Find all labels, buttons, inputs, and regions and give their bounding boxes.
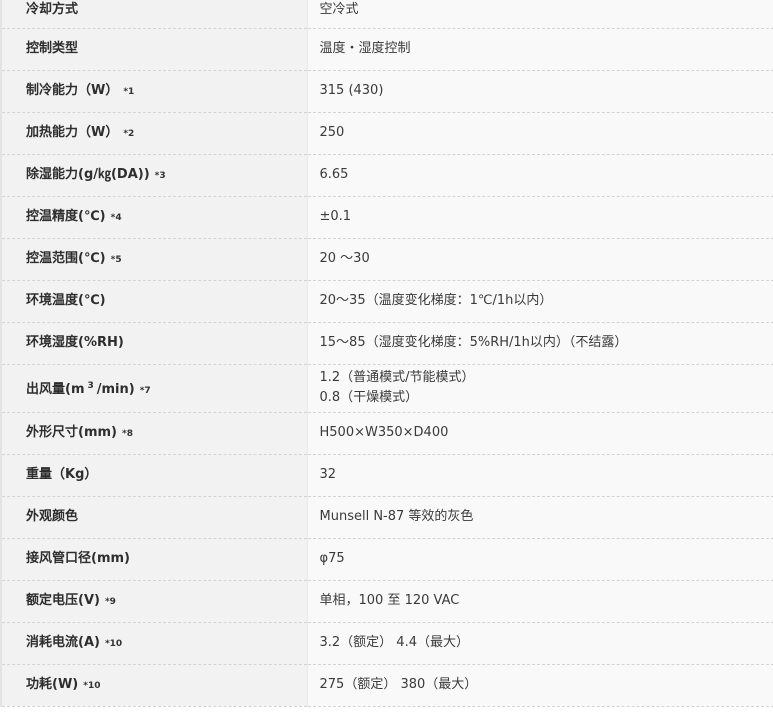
label-text: 控制类型 bbox=[26, 41, 79, 56]
spec-value: 6.65 bbox=[307, 154, 773, 197]
label-text: 冷却方式 bbox=[26, 1, 79, 17]
spec-label: 环境湿度(%RH) bbox=[0, 322, 308, 365]
spec-row-current: 消耗电流(A) *10 3.2（额定） 4.4（最大） bbox=[0, 622, 773, 665]
footnote-marker: *5 bbox=[110, 254, 122, 265]
spec-value: 温度・湿度控制 bbox=[307, 28, 773, 71]
spec-label: 冷却方式 bbox=[0, 0, 308, 29]
superscript-3: 3 bbox=[87, 380, 94, 391]
spec-value: 空冷式 bbox=[307, 0, 773, 29]
label-text: 功耗(W) bbox=[26, 676, 79, 692]
label-text: 重量（Kg） bbox=[26, 467, 98, 482]
spec-value: ±0.1 bbox=[307, 196, 773, 239]
label-text: 外形尺寸(mm) bbox=[26, 424, 117, 440]
footnote-marker: *3 bbox=[154, 170, 166, 181]
spec-value: φ75 bbox=[307, 538, 773, 581]
label-text: 控温精度(℃) bbox=[26, 208, 106, 224]
spec-value: 单相，100 至 120 VAC bbox=[307, 580, 773, 623]
spec-label: 除湿能力(g/㎏(DA)) *3 bbox=[0, 154, 308, 197]
label-text: 出风量(m bbox=[26, 381, 85, 397]
spec-label: 外形尺寸(mm) *8 bbox=[0, 412, 308, 455]
spec-value: 315 (430) bbox=[307, 70, 773, 113]
spec-row-temp-accuracy: 控温精度(℃) *4 ±0.1 bbox=[0, 196, 773, 239]
spec-row-duct-diameter: 接风管口径(mm) φ75 bbox=[0, 538, 773, 581]
spec-table: 冷却方式 空冷式 控制类型 温度・湿度控制 制冷能力（W） *1 315 (430… bbox=[0, 0, 773, 707]
spec-row-rated-voltage: 额定电压(V) *9 单相，100 至 120 VAC bbox=[0, 580, 773, 623]
spec-label: 控温范围(℃) *5 bbox=[0, 238, 308, 281]
footnote-marker: *8 bbox=[121, 428, 133, 439]
label-text-suffix: /min) bbox=[96, 381, 135, 397]
spec-row-weight: 重量（Kg） 32 bbox=[0, 454, 773, 497]
spec-label: 额定电压(V) *9 bbox=[0, 580, 308, 623]
spec-row-heating-capacity: 加热能力（W） *2 250 bbox=[0, 112, 773, 155]
spec-label: 重量（Kg） bbox=[0, 454, 308, 497]
spec-row-ambient-humidity: 环境湿度(%RH) 15～85（湿度变化梯度：5%RH/1h以内）（不结露） bbox=[0, 322, 773, 365]
spec-row-cooling-capacity: 制冷能力（W） *1 315 (430) bbox=[0, 70, 773, 113]
spec-value: 275（额定） 380（最大） bbox=[307, 664, 773, 707]
spec-label: 控温精度(℃) *4 bbox=[0, 196, 308, 239]
spec-label: 消耗电流(A) *10 bbox=[0, 622, 308, 665]
spec-value: 20～35（温度变化梯度：1℃/1h以内） bbox=[307, 280, 773, 323]
spec-value: H500×W350×D400 bbox=[307, 412, 773, 455]
spec-value: 3.2（额定） 4.4（最大） bbox=[307, 622, 773, 665]
spec-label: 功耗(W) *10 bbox=[0, 664, 308, 707]
label-text: 控温范围(℃) bbox=[26, 250, 106, 266]
spec-label: 出风量(m 3/min) *7 bbox=[0, 364, 308, 413]
spec-label: 制冷能力（W） *1 bbox=[0, 70, 308, 113]
footnote-marker: *4 bbox=[110, 212, 122, 223]
spec-value: 15～85（湿度变化梯度：5%RH/1h以内）（不结露） bbox=[307, 322, 773, 365]
footnote-marker: *1 bbox=[123, 86, 135, 97]
footnote-marker: *10 bbox=[104, 638, 123, 649]
spec-row-ambient-temp: 环境温度(℃) 20～35（温度变化梯度：1℃/1h以内） bbox=[0, 280, 773, 323]
spec-label: 环境温度(℃) bbox=[0, 280, 308, 323]
footnote-marker: *2 bbox=[123, 128, 135, 139]
spec-row-color: 外观颜色 Munsell N-87 等效的灰色 bbox=[0, 496, 773, 539]
label-text: 加热能力（W） bbox=[26, 124, 119, 140]
spec-value: 250 bbox=[307, 112, 773, 155]
spec-label: 外观颜色 bbox=[0, 496, 308, 539]
spec-value: 1.2（普通模式/节能模式） 0.8（干燥模式） bbox=[307, 364, 773, 413]
label-text: 制冷能力（W） bbox=[26, 82, 119, 98]
footnote-marker: *10 bbox=[83, 680, 101, 691]
footnote-marker: *7 bbox=[139, 385, 151, 396]
footnote-marker: *9 bbox=[104, 596, 116, 607]
label-text: 除湿能力(g/㎏(DA)) bbox=[26, 166, 150, 182]
label-text: 接风管口径(mm) bbox=[26, 551, 130, 566]
value-line-2: 0.8（干燥模式） bbox=[319, 390, 419, 405]
label-text: 环境湿度(%RH) bbox=[26, 335, 124, 350]
spec-row-dimensions: 外形尺寸(mm) *8 H500×W350×D400 bbox=[0, 412, 773, 455]
spec-row-power: 功耗(W) *10 275（额定） 380（最大） bbox=[0, 664, 773, 707]
spec-label: 加热能力（W） *2 bbox=[0, 112, 308, 155]
spec-row-cooling-method: 冷却方式 空冷式 bbox=[0, 0, 773, 29]
spec-row-airflow: 出风量(m 3/min) *7 1.2（普通模式/节能模式） 0.8（干燥模式） bbox=[0, 364, 773, 413]
spec-row-control-type: 控制类型 温度・湿度控制 bbox=[0, 28, 773, 71]
spec-value: 32 bbox=[307, 454, 773, 497]
label-text: 外观颜色 bbox=[26, 509, 79, 524]
spec-value: Munsell N-87 等效的灰色 bbox=[307, 496, 773, 539]
spec-label: 接风管口径(mm) bbox=[0, 538, 308, 581]
label-text: 环境温度(℃) bbox=[26, 293, 106, 308]
label-text: 额定电压(V) bbox=[26, 592, 100, 608]
spec-label: 控制类型 bbox=[0, 28, 308, 71]
value-line-1: 1.2（普通模式/节能模式） bbox=[319, 370, 475, 385]
spec-row-dehumidify-capacity: 除湿能力(g/㎏(DA)) *3 6.65 bbox=[0, 154, 773, 197]
spec-row-temp-range: 控温范围(℃) *5 20 ～30 bbox=[0, 238, 773, 281]
label-text: 消耗电流(A) bbox=[26, 634, 100, 650]
spec-value: 20 ～30 bbox=[307, 238, 773, 281]
